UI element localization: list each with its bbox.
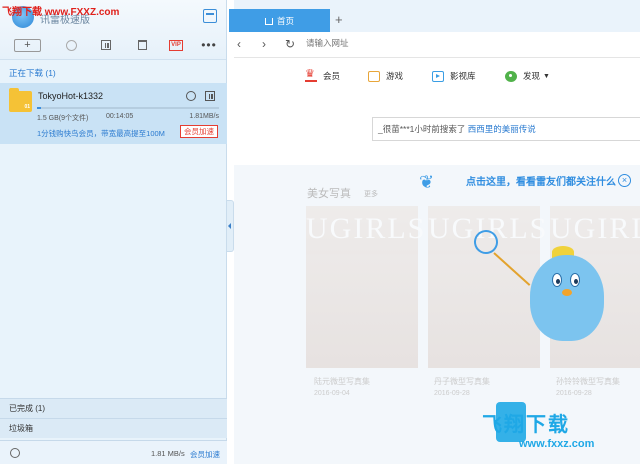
- watermark-text: 飞翔下载 www.FXXZ.com: [2, 7, 120, 18]
- member-accelerate-button[interactable]: 会员加速: [180, 125, 218, 138]
- nav-video[interactable]: 影视库: [432, 70, 476, 82]
- status-accelerate-link[interactable]: 会员加速: [190, 449, 220, 460]
- task-progress-bar: [37, 107, 219, 109]
- task-name: TokyoHot-k1332: [38, 91, 104, 101]
- delete-button[interactable]: [135, 36, 149, 54]
- nav-member[interactable]: 会员: [305, 67, 341, 82]
- vip-button[interactable]: VIP: [168, 36, 184, 54]
- photo-brand: UGIRLS: [550, 212, 640, 245]
- download-panel: 讯雷极速版 飞翔下载 www.FXXZ.com + VIP ••• 正在下载 (…: [0, 0, 227, 464]
- url-input[interactable]: [306, 38, 606, 48]
- nav-member-label: 会员: [323, 71, 341, 81]
- close-icon[interactable]: ×: [618, 174, 631, 187]
- alarm-icon[interactable]: [10, 448, 20, 458]
- photo-caption[interactable]: 陆元微型写真集: [314, 376, 370, 387]
- download-task-row[interactable]: 01 TokyoHot-k1332 1.5 GB(9个文件) 00:14:05 …: [0, 83, 227, 144]
- pause-icon: [101, 40, 111, 50]
- new-tab-button[interactable]: +: [335, 12, 343, 27]
- gallery-title: 美女写真: [307, 188, 351, 200]
- vip-icon: VIP: [169, 39, 183, 51]
- completed-category[interactable]: 已完成 (1): [0, 398, 227, 418]
- start-download-button[interactable]: [64, 36, 78, 54]
- quick-nav: 会员 游戏 影视库 发现▼: [234, 66, 640, 88]
- search-hot-link[interactable]: 西西里的美丽传说: [468, 124, 536, 134]
- search-prefix: _很苗***1小时前搜索了: [378, 124, 468, 134]
- downloading-category[interactable]: 正在下载 (1): [9, 67, 56, 79]
- download-icon: [65, 39, 77, 51]
- folder-icon: 01: [9, 88, 32, 112]
- task-pause-icon[interactable]: [205, 91, 215, 101]
- discover-icon: [505, 70, 517, 82]
- address-bar: ‹ › ↻: [234, 32, 640, 58]
- game-icon: [368, 70, 380, 82]
- bird-prompt-link[interactable]: 点击这里，看看雷友们都关注什么: [466, 173, 616, 188]
- browser-pane: 首页 + ‹ › ↻ 会员 游戏 影视库 发现▼ _很苗***1小时前搜索了 西…: [229, 0, 640, 464]
- gallery-more-link[interactable]: 更多: [364, 189, 378, 199]
- nav-video-label: 影视库: [450, 71, 476, 81]
- bird-eye: [570, 273, 580, 287]
- task-size: 1.5 GB(9个文件): [37, 115, 89, 122]
- photo-date: 2016-09-28: [556, 390, 592, 397]
- watermark-url: www.fxxz.com: [519, 438, 595, 450]
- gallery-photo[interactable]: UGIRLS: [306, 206, 427, 368]
- calendar-icon[interactable]: [203, 9, 217, 23]
- butterfly-icon: ❦: [419, 172, 435, 192]
- new-task-button[interactable]: +: [14, 39, 41, 52]
- bird-eye: [552, 273, 562, 287]
- photo-brand: UGIRLS: [306, 212, 427, 245]
- refresh-icon[interactable]: ↻: [285, 37, 295, 51]
- task-progress-fill: [37, 107, 41, 109]
- bird-beak: [562, 289, 572, 296]
- crown-icon: [305, 67, 317, 82]
- forward-icon[interactable]: ›: [262, 37, 266, 51]
- more-button[interactable]: •••: [201, 36, 217, 54]
- search-input[interactable]: _很苗***1小时前搜索了 西西里的美丽传说: [372, 117, 640, 141]
- photo-date: 2016-09-28: [434, 390, 470, 397]
- left-header: 讯雷极速版 飞翔下载 www.FXXZ.com + VIP •••: [0, 0, 226, 60]
- total-speed: 1.81 MB/s: [151, 449, 185, 458]
- task-speed: 1.81MB/s: [189, 113, 219, 120]
- trash-icon: [137, 40, 147, 50]
- mascot-bird[interactable]: [530, 255, 604, 341]
- nav-discover[interactable]: 发现 ▼: [505, 70, 550, 82]
- task-remaining-time: 00:14:05: [106, 113, 134, 120]
- tab-home-label: 首页: [276, 15, 294, 26]
- tab-home[interactable]: 首页: [229, 9, 330, 32]
- download-toolbar: + VIP •••: [0, 36, 227, 56]
- open-folder-icon[interactable]: [186, 91, 196, 101]
- task-promo-link[interactable]: 1分钱购快鸟会员，带宽最高提至100M: [37, 128, 165, 139]
- trash-category[interactable]: 垃圾箱: [0, 418, 227, 438]
- collapse-panel-handle[interactable]: [227, 200, 234, 252]
- photo-caption[interactable]: 孙铃铃微型写真集: [556, 376, 620, 387]
- chevron-down-icon: ▼: [543, 72, 550, 80]
- photo-date: 2016-09-04: [314, 390, 350, 397]
- pause-button[interactable]: [99, 36, 113, 54]
- tab-bar: 首页 +: [229, 0, 640, 32]
- photo-caption[interactable]: 丹子微型写真集: [434, 376, 490, 387]
- status-bar: 1.81 MB/s 会员加速: [0, 440, 227, 464]
- nav-game-label: 游戏: [386, 71, 404, 81]
- video-icon: [432, 70, 444, 82]
- folder-badge: 01: [24, 104, 30, 110]
- nav-game[interactable]: 游戏: [368, 70, 403, 82]
- nav-discover-label: 发现: [523, 71, 541, 81]
- watermark-logo: 飞翔下载: [482, 414, 570, 436]
- back-icon[interactable]: ‹: [237, 37, 241, 51]
- home-icon: [264, 18, 273, 25]
